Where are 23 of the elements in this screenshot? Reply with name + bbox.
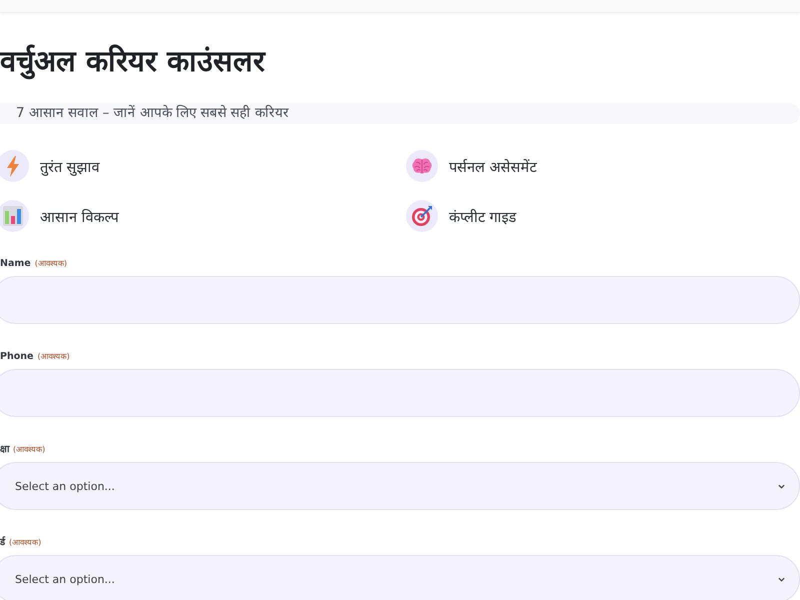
input-field[interactable] [0,276,800,324]
feature-label: तुरंत सुझाव [40,159,100,176]
feature-label: आसान विकल्प [40,208,119,226]
field-label: र्ड [0,537,5,549]
feature-label: कंप्लीट गाइड [449,208,517,226]
required-note: (आवश्यक) [9,537,42,549]
subtitle-banner: 7 आसान सवाल – जानें आपके लिए सबसे सही करियर [0,103,800,124]
field-label: क्षा [0,444,9,456]
field-label: Name [0,258,31,270]
lightning-icon [0,150,29,182]
chevron-down-icon [778,576,785,582]
bar-chart-icon [0,200,29,232]
dropdown[interactable]: Select an option... [0,555,800,600]
input-field[interactable] [0,369,800,417]
chevron-down-icon [778,484,785,488]
brain-icon [406,150,438,182]
feature-label: पर्सनल असेसमेंट [449,158,537,176]
dropdown[interactable]: Select an option... [0,462,800,510]
target-icon [406,200,438,232]
required-note: (आवश्यक) [34,258,67,270]
required-note: (आवश्यक) [13,444,46,456]
required-note: (आवश्यक) [37,351,70,363]
field-label: Phone [0,351,34,363]
